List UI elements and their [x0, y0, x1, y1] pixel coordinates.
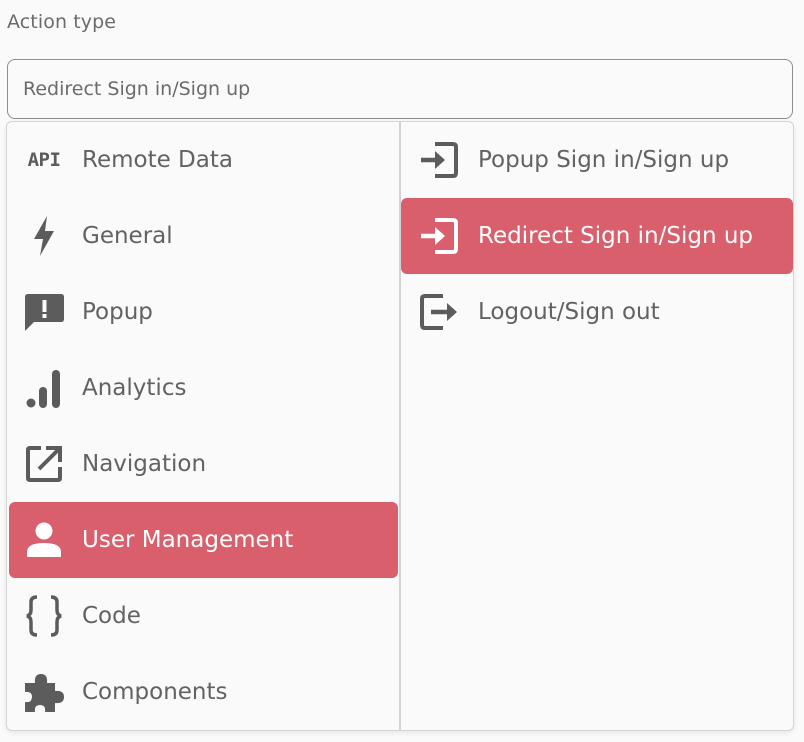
login-icon [417, 138, 461, 182]
category-components[interactable]: Components [9, 654, 398, 730]
category-label: Navigation [82, 451, 207, 477]
category-general[interactable]: General [9, 198, 398, 274]
category-label: Remote Data [82, 147, 233, 173]
login-icon [417, 214, 461, 258]
category-label: Popup [82, 299, 153, 325]
category-label: User Management [82, 527, 294, 553]
open-in-new-icon [22, 442, 66, 486]
action-type-label: Action type [7, 11, 117, 33]
category-code[interactable]: Code [9, 578, 398, 654]
action-type-picker: Action type Redirect Sign in/Sign up API… [0, 0, 804, 742]
api-icon: API [27, 149, 61, 171]
category-user-management[interactable]: User Management [9, 502, 398, 578]
category-label: Components [82, 679, 228, 705]
lightning-bolt-icon [22, 214, 66, 258]
action-popup-sign-in[interactable]: Popup Sign in/Sign up [401, 122, 793, 198]
category-analytics[interactable]: Analytics [9, 350, 398, 426]
signal-bars-icon [22, 366, 66, 410]
curly-braces-icon [22, 594, 66, 638]
action-label: Logout/Sign out [478, 299, 660, 325]
action-label: Popup Sign in/Sign up [478, 147, 730, 173]
person-icon [22, 518, 66, 562]
action-type-select[interactable]: Redirect Sign in/Sign up [7, 59, 793, 119]
selected-value: Redirect Sign in/Sign up [23, 78, 251, 100]
action-redirect-sign-in[interactable]: Redirect Sign in/Sign up [401, 198, 793, 274]
alert-message-icon [22, 290, 66, 334]
category-label: Analytics [82, 375, 187, 401]
action-logout[interactable]: Logout/Sign out [401, 274, 793, 350]
category-popup[interactable]: Popup [9, 274, 398, 350]
category-navigation[interactable]: Navigation [9, 426, 398, 502]
puzzle-piece-icon [22, 670, 66, 714]
category-remote-data[interactable]: API Remote Data [9, 122, 398, 198]
category-label: Code [82, 603, 141, 629]
category-label: General [82, 223, 173, 249]
logout-icon [417, 290, 461, 334]
action-label: Redirect Sign in/Sign up [478, 223, 754, 249]
action-type-dropdown: API Remote Data General Popup Analytics … [6, 121, 794, 731]
